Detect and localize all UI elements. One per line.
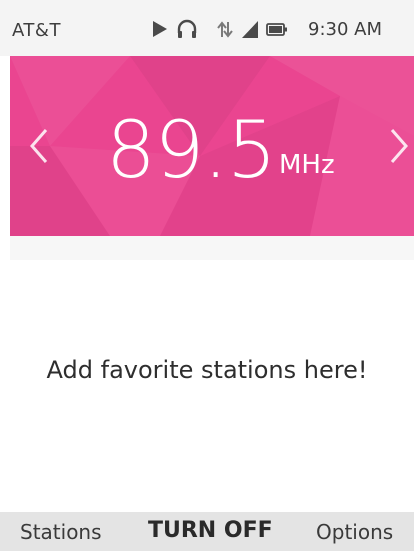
softkey-bar: Stations TURN OFF Options — [0, 512, 414, 551]
clock: 9:30 AM — [308, 19, 382, 40]
next-station-button[interactable] — [384, 122, 414, 170]
frequency-unit: MHz — [279, 150, 335, 180]
turn-off-softkey[interactable]: TURN OFF — [148, 518, 273, 543]
chevron-right-icon — [390, 129, 408, 163]
carrier-name: AT&T — [12, 20, 61, 41]
fm-radio-screen: AT&T 9:30 AM 89.5 MHz Add favorite stati… — [0, 0, 414, 551]
favorites-empty-message: Add favorite stations here! — [46, 356, 368, 384]
chevron-left-icon — [30, 129, 48, 163]
play-icon — [150, 18, 170, 40]
battery-icon — [266, 18, 288, 40]
previous-station-button[interactable] — [24, 122, 54, 170]
banner-shadow — [10, 236, 414, 260]
status-icons — [150, 16, 288, 42]
options-softkey[interactable]: Options — [316, 520, 393, 544]
frequency-banner: 89.5 MHz — [10, 56, 414, 236]
data-signal-icon — [214, 18, 236, 40]
frequency-value: 89.5 — [106, 106, 277, 196]
status-bar: AT&T 9:30 AM — [0, 0, 414, 56]
headphones-icon — [176, 18, 198, 40]
cellular-signal-icon — [240, 18, 260, 40]
stations-softkey[interactable]: Stations — [20, 520, 102, 544]
